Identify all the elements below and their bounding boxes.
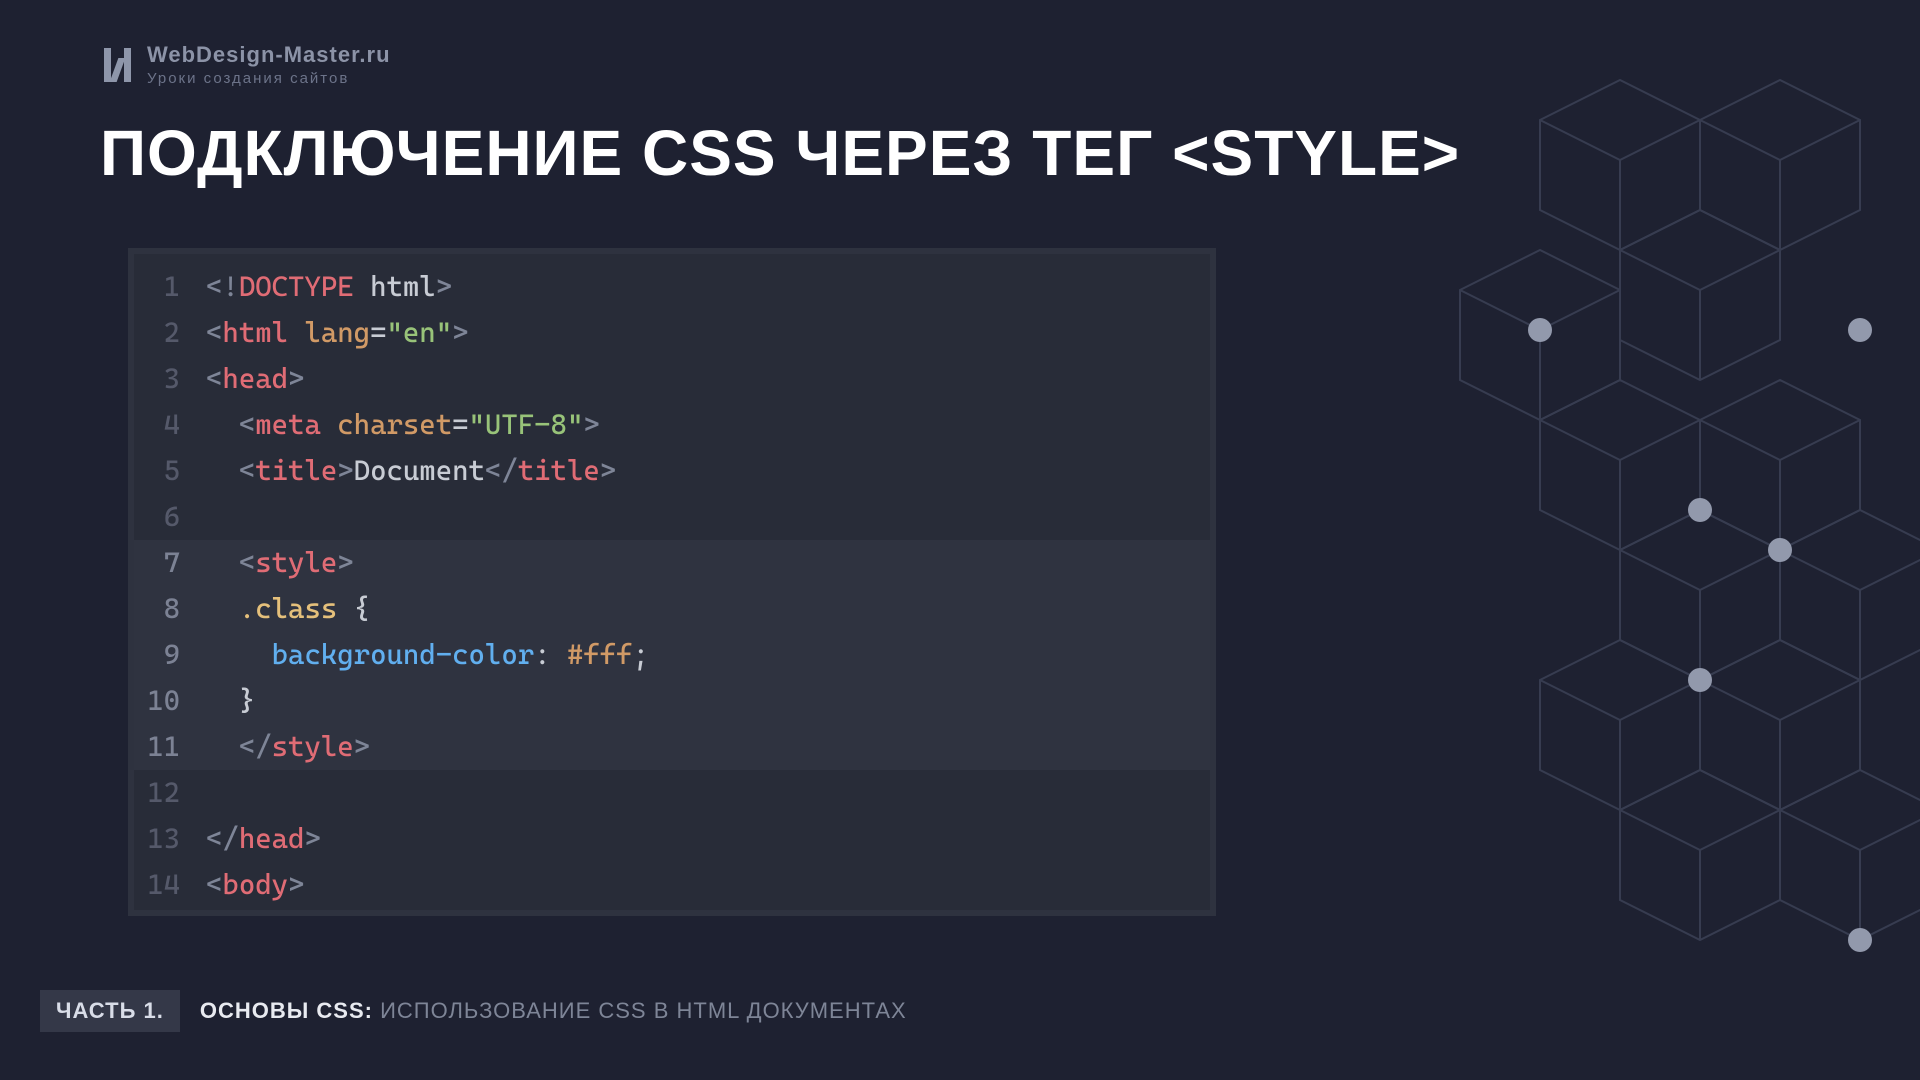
footer-sub: ИСПОЛЬЗОВАНИЕ CSS В HTML ДОКУМЕНТАХ [380, 998, 907, 1023]
line-content: <style> [192, 540, 354, 586]
code-line: 13</head> [134, 816, 1210, 862]
code-line: 2<html lang="en"> [134, 310, 1210, 356]
code-line: 14<body> [134, 862, 1210, 908]
line-number: 2 [134, 310, 192, 356]
line-number: 1 [134, 264, 192, 310]
line-content: </style> [192, 724, 370, 770]
part-badge: ЧАСТЬ 1. [40, 990, 180, 1032]
line-number: 14 [134, 862, 192, 908]
logo-icon [104, 48, 131, 82]
code-line: 6 [134, 494, 1210, 540]
line-content: <html lang="en"> [192, 310, 469, 356]
brand-text: WebDesign-Master.ru Уроки создания сайто… [147, 42, 391, 87]
code-line: 5 <title>Document</title> [134, 448, 1210, 494]
brand-tagline: Уроки создания сайтов [147, 70, 391, 87]
line-content: background-color: #fff; [192, 632, 649, 678]
code-line: 4 <meta charset="UTF-8"> [134, 402, 1210, 448]
line-content: <!DOCTYPE html> [192, 264, 452, 310]
line-content: </head> [192, 816, 321, 862]
code-line: 7 <style> [134, 540, 1210, 586]
line-number: 4 [134, 402, 192, 448]
footer-main: ОСНОВЫ CSS: [200, 998, 373, 1023]
line-content: } [192, 678, 255, 724]
line-number: 5 [134, 448, 192, 494]
line-number: 7 [134, 540, 192, 586]
line-content: .class { [192, 586, 370, 632]
code-line: 8 .class { [134, 586, 1210, 632]
line-content: <body> [192, 862, 304, 908]
line-number: 10 [134, 678, 192, 724]
code-line: 11 </style> [134, 724, 1210, 770]
line-content: <meta charset="UTF-8"> [192, 402, 600, 448]
decorative-cubes [1240, 40, 1920, 1040]
code-line: 1<!DOCTYPE html> [134, 264, 1210, 310]
line-content: <head> [192, 356, 304, 402]
code-panel: 1<!DOCTYPE html>2<html lang="en">3<head>… [128, 248, 1216, 916]
line-number: 13 [134, 816, 192, 862]
code-line: 10 } [134, 678, 1210, 724]
line-number: 9 [134, 632, 192, 678]
code-line: 12 [134, 770, 1210, 816]
brand-name: WebDesign-Master.ru [147, 42, 391, 68]
line-number: 3 [134, 356, 192, 402]
line-number: 8 [134, 586, 192, 632]
line-number: 12 [134, 770, 192, 816]
footer: ЧАСТЬ 1. ОСНОВЫ CSS: ИСПОЛЬЗОВАНИЕ CSS В… [40, 990, 907, 1032]
code-line: 9 background-color: #fff; [134, 632, 1210, 678]
line-number: 6 [134, 494, 192, 540]
line-content: <title>Document</title> [192, 448, 616, 494]
line-number: 11 [134, 724, 192, 770]
brand-header: WebDesign-Master.ru Уроки создания сайто… [104, 42, 391, 87]
code-line: 3<head> [134, 356, 1210, 402]
